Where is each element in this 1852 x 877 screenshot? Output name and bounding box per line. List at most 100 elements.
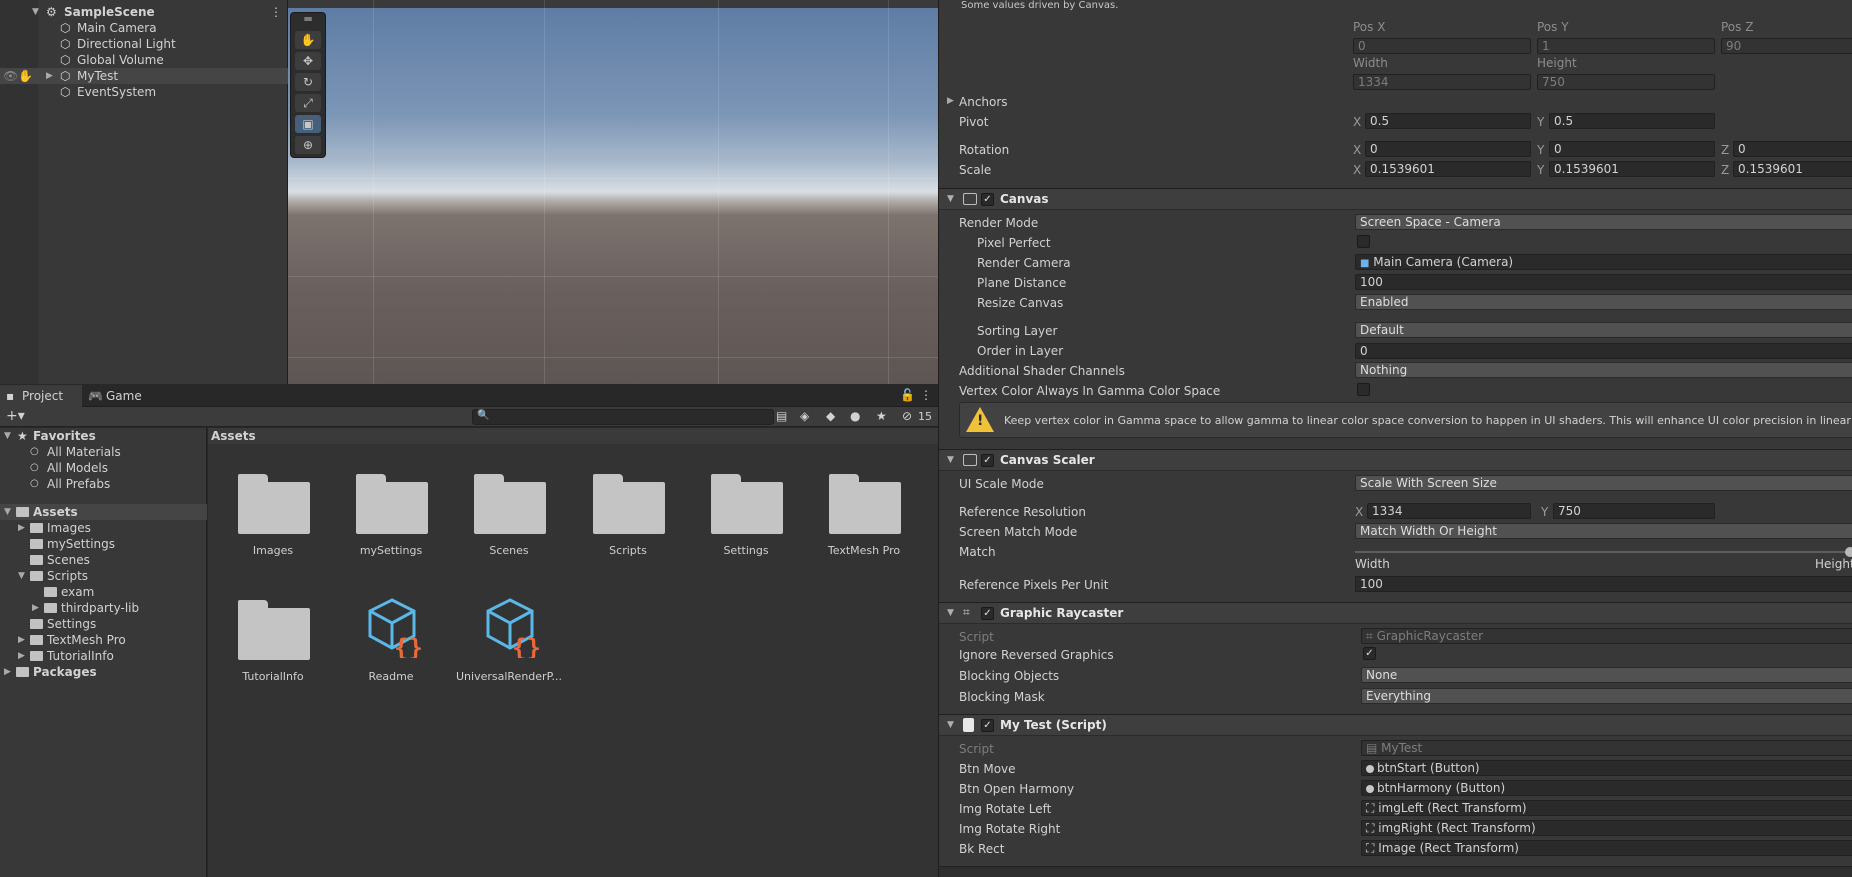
assets-breadcrumb[interactable]: Assets — [208, 428, 938, 444]
hierarchy-item-selected[interactable]: 👁 ✋ ▶ ⬡ MyTest — [0, 68, 288, 84]
scale-z-field[interactable]: 0.1539601 — [1733, 161, 1852, 177]
match-slider-track[interactable] — [1355, 551, 1852, 553]
pivot-x-field[interactable]: 0.5 — [1365, 113, 1531, 129]
expand-arrow-icon[interactable]: ▶ — [947, 96, 954, 106]
tree-item[interactable]: ▶ Images — [0, 520, 207, 536]
transform-tool-icon[interactable]: ⊕ — [295, 136, 321, 154]
asset-folder[interactable]: TextMesh Pro — [799, 464, 909, 574]
hierarchy-item[interactable]: ⬡ Directional Light — [0, 36, 288, 52]
reference-resolution-y-field[interactable]: 750 — [1553, 503, 1715, 519]
hand-tool-icon[interactable]: ✋ — [295, 31, 321, 49]
sorting-layer-dropdown[interactable]: Default — [1355, 322, 1852, 338]
rotation-x-field[interactable]: 0 — [1365, 141, 1531, 157]
canvas-scaler-header[interactable]: ▼ ✓ Canvas Scaler — [939, 449, 1852, 471]
project-search-input[interactable]: 🔍 — [472, 409, 774, 425]
tree-item[interactable]: ○ All Models — [0, 460, 207, 476]
expand-arrow-icon[interactable]: ▶ — [18, 520, 25, 536]
canvas-scaler-enabled-checkbox[interactable]: ✓ — [981, 454, 994, 467]
render-mode-dropdown[interactable]: Screen Space - Camera — [1355, 214, 1852, 230]
tree-assets[interactable]: ▼ Assets — [0, 504, 207, 520]
expand-arrow-icon[interactable]: ▼ — [4, 504, 11, 520]
expand-arrow-icon[interactable]: ▶ — [18, 632, 25, 648]
ignore-reversed-checkbox[interactable]: ✓ — [1363, 647, 1376, 660]
tree-item[interactable]: ▶ TextMesh Pro — [0, 632, 207, 648]
ui-scale-mode-dropdown[interactable]: Scale With Screen Size — [1355, 475, 1852, 491]
tag-icon[interactable]: ◆ — [826, 409, 835, 423]
scale-x-field[interactable]: 0.1539601 — [1365, 161, 1531, 177]
asset-script[interactable]: {} UniversalRenderP... — [444, 590, 562, 700]
collapse-arrow-icon[interactable]: ▼ — [947, 720, 954, 730]
collapse-arrow-icon[interactable]: ▼ — [947, 608, 954, 618]
rotation-z-field[interactable]: 0 — [1733, 141, 1852, 157]
tab-game[interactable]: 🎮 Game — [84, 385, 154, 407]
visibility-eye-icon[interactable]: 👁 — [3, 68, 18, 84]
scale-y-field[interactable]: 0.1539601 — [1549, 161, 1715, 177]
hierarchy-item[interactable]: ⬡ Main Camera — [0, 20, 288, 36]
hidden-packages-icon[interactable]: ⊘ — [902, 409, 912, 423]
asset-folder[interactable]: Images — [208, 464, 318, 574]
add-asset-icon[interactable]: +▾ — [6, 408, 25, 424]
img-right-field[interactable]: ⛶ imgRight (Rect Transform) — [1361, 820, 1852, 836]
posx-field[interactable]: 0 — [1353, 38, 1531, 54]
scale-tool-icon[interactable]: ⤢ — [295, 94, 321, 112]
posy-field[interactable]: 1 — [1537, 38, 1715, 54]
blocking-mask-dropdown[interactable]: Everything — [1361, 688, 1852, 704]
resize-canvas-dropdown[interactable]: Enabled — [1355, 294, 1852, 310]
render-camera-field[interactable]: ■ Main Camera (Camera) — [1355, 254, 1852, 270]
tools-grip-icon[interactable]: ═ — [295, 13, 321, 25]
asset-script[interactable]: {} Readme — [326, 590, 436, 700]
rotation-y-field[interactable]: 0 — [1549, 141, 1715, 157]
ref-ppu-field[interactable]: 100 — [1355, 576, 1852, 592]
collapse-arrow-icon[interactable]: ▼ — [947, 194, 954, 204]
pixel-perfect-checkbox[interactable] — [1357, 235, 1370, 248]
order-in-layer-field[interactable]: 0 — [1355, 343, 1852, 359]
expand-arrow-icon[interactable]: ▶ — [46, 68, 53, 84]
search-by-type-icon[interactable]: ▤ — [776, 409, 787, 423]
expand-arrow-icon[interactable]: ▶ — [4, 664, 11, 680]
pivot-y-field[interactable]: 0.5 — [1549, 113, 1715, 129]
screen-match-mode-dropdown[interactable]: Match Width Or Height — [1355, 523, 1852, 539]
expand-arrow-icon[interactable]: ▼ — [18, 568, 25, 584]
tree-item[interactable]: ▼ Scripts — [0, 568, 207, 584]
tree-item[interactable]: Scenes — [0, 552, 207, 568]
tree-item[interactable]: ▶ TutorialInfo — [0, 648, 207, 664]
asset-folder[interactable]: mySettings — [326, 464, 436, 574]
asset-folder[interactable]: Scenes — [444, 464, 554, 574]
expand-arrow-icon[interactable]: ▶ — [32, 600, 39, 616]
expand-arrow-icon[interactable]: ▶ — [18, 648, 25, 664]
vertex-color-checkbox[interactable] — [1357, 383, 1370, 396]
log-icon[interactable]: ● — [850, 409, 860, 423]
btn-move-field[interactable]: btnStart (Button) — [1361, 760, 1852, 776]
graphic-raycaster-header[interactable]: ▼ ⌗ ✓ Graphic Raycaster — [939, 602, 1852, 624]
anchors-label[interactable]: Anchors — [959, 95, 1008, 109]
plane-distance-field[interactable]: 100 — [1355, 274, 1852, 290]
tree-item[interactable]: ○ All Materials — [0, 444, 207, 460]
tree-item[interactable]: ○ All Prefabs — [0, 476, 207, 492]
reference-resolution-x-field[interactable]: 1334 — [1367, 503, 1531, 519]
move-tool-icon[interactable]: ✥ — [295, 52, 321, 70]
scene-menu-icon[interactable]: ⋮ — [270, 4, 282, 20]
asset-folder[interactable]: Scripts — [563, 464, 673, 574]
hierarchy-scene-row[interactable]: ▼ ⚙ SampleScene ⋮ — [0, 4, 288, 20]
tab-project[interactable]: ▪ Project — [0, 385, 82, 407]
posz-field[interactable]: 90 — [1721, 38, 1852, 54]
tree-item[interactable]: Settings — [0, 616, 207, 632]
expand-arrow-icon[interactable]: ▼ — [4, 428, 11, 444]
canvas-component-header[interactable]: ▼ ✓ Canvas — [939, 188, 1852, 210]
tree-item[interactable]: mySettings — [0, 536, 207, 552]
width-field[interactable]: 1334 — [1353, 74, 1531, 90]
btn-harmony-field[interactable]: btnHarmony (Button) — [1361, 780, 1852, 796]
match-slider-thumb[interactable] — [1845, 547, 1852, 557]
canvas-enabled-checkbox[interactable]: ✓ — [981, 193, 994, 206]
tree-favorites[interactable]: ▼ ★ Favorites — [0, 428, 207, 444]
hierarchy-item[interactable]: ⬡ Global Volume — [0, 52, 288, 68]
panel-menu-icon[interactable]: ⋮ — [920, 388, 932, 402]
scene-view[interactable]: ═ ✋ ✥ ↻ ⤢ ▣ ⊕ — [288, 0, 938, 384]
tree-packages[interactable]: ▶ Packages — [0, 664, 207, 680]
search-by-label-icon[interactable]: ◈ — [800, 409, 809, 423]
mytest-script-header[interactable]: ▼ ✓ My Test (Script) — [939, 714, 1852, 736]
raycaster-enabled-checkbox[interactable]: ✓ — [981, 607, 994, 620]
asset-folder[interactable]: TutorialInfo — [208, 590, 318, 700]
favorite-star-icon[interactable]: ★ — [876, 409, 887, 423]
blocking-objects-dropdown[interactable]: None — [1361, 667, 1852, 683]
